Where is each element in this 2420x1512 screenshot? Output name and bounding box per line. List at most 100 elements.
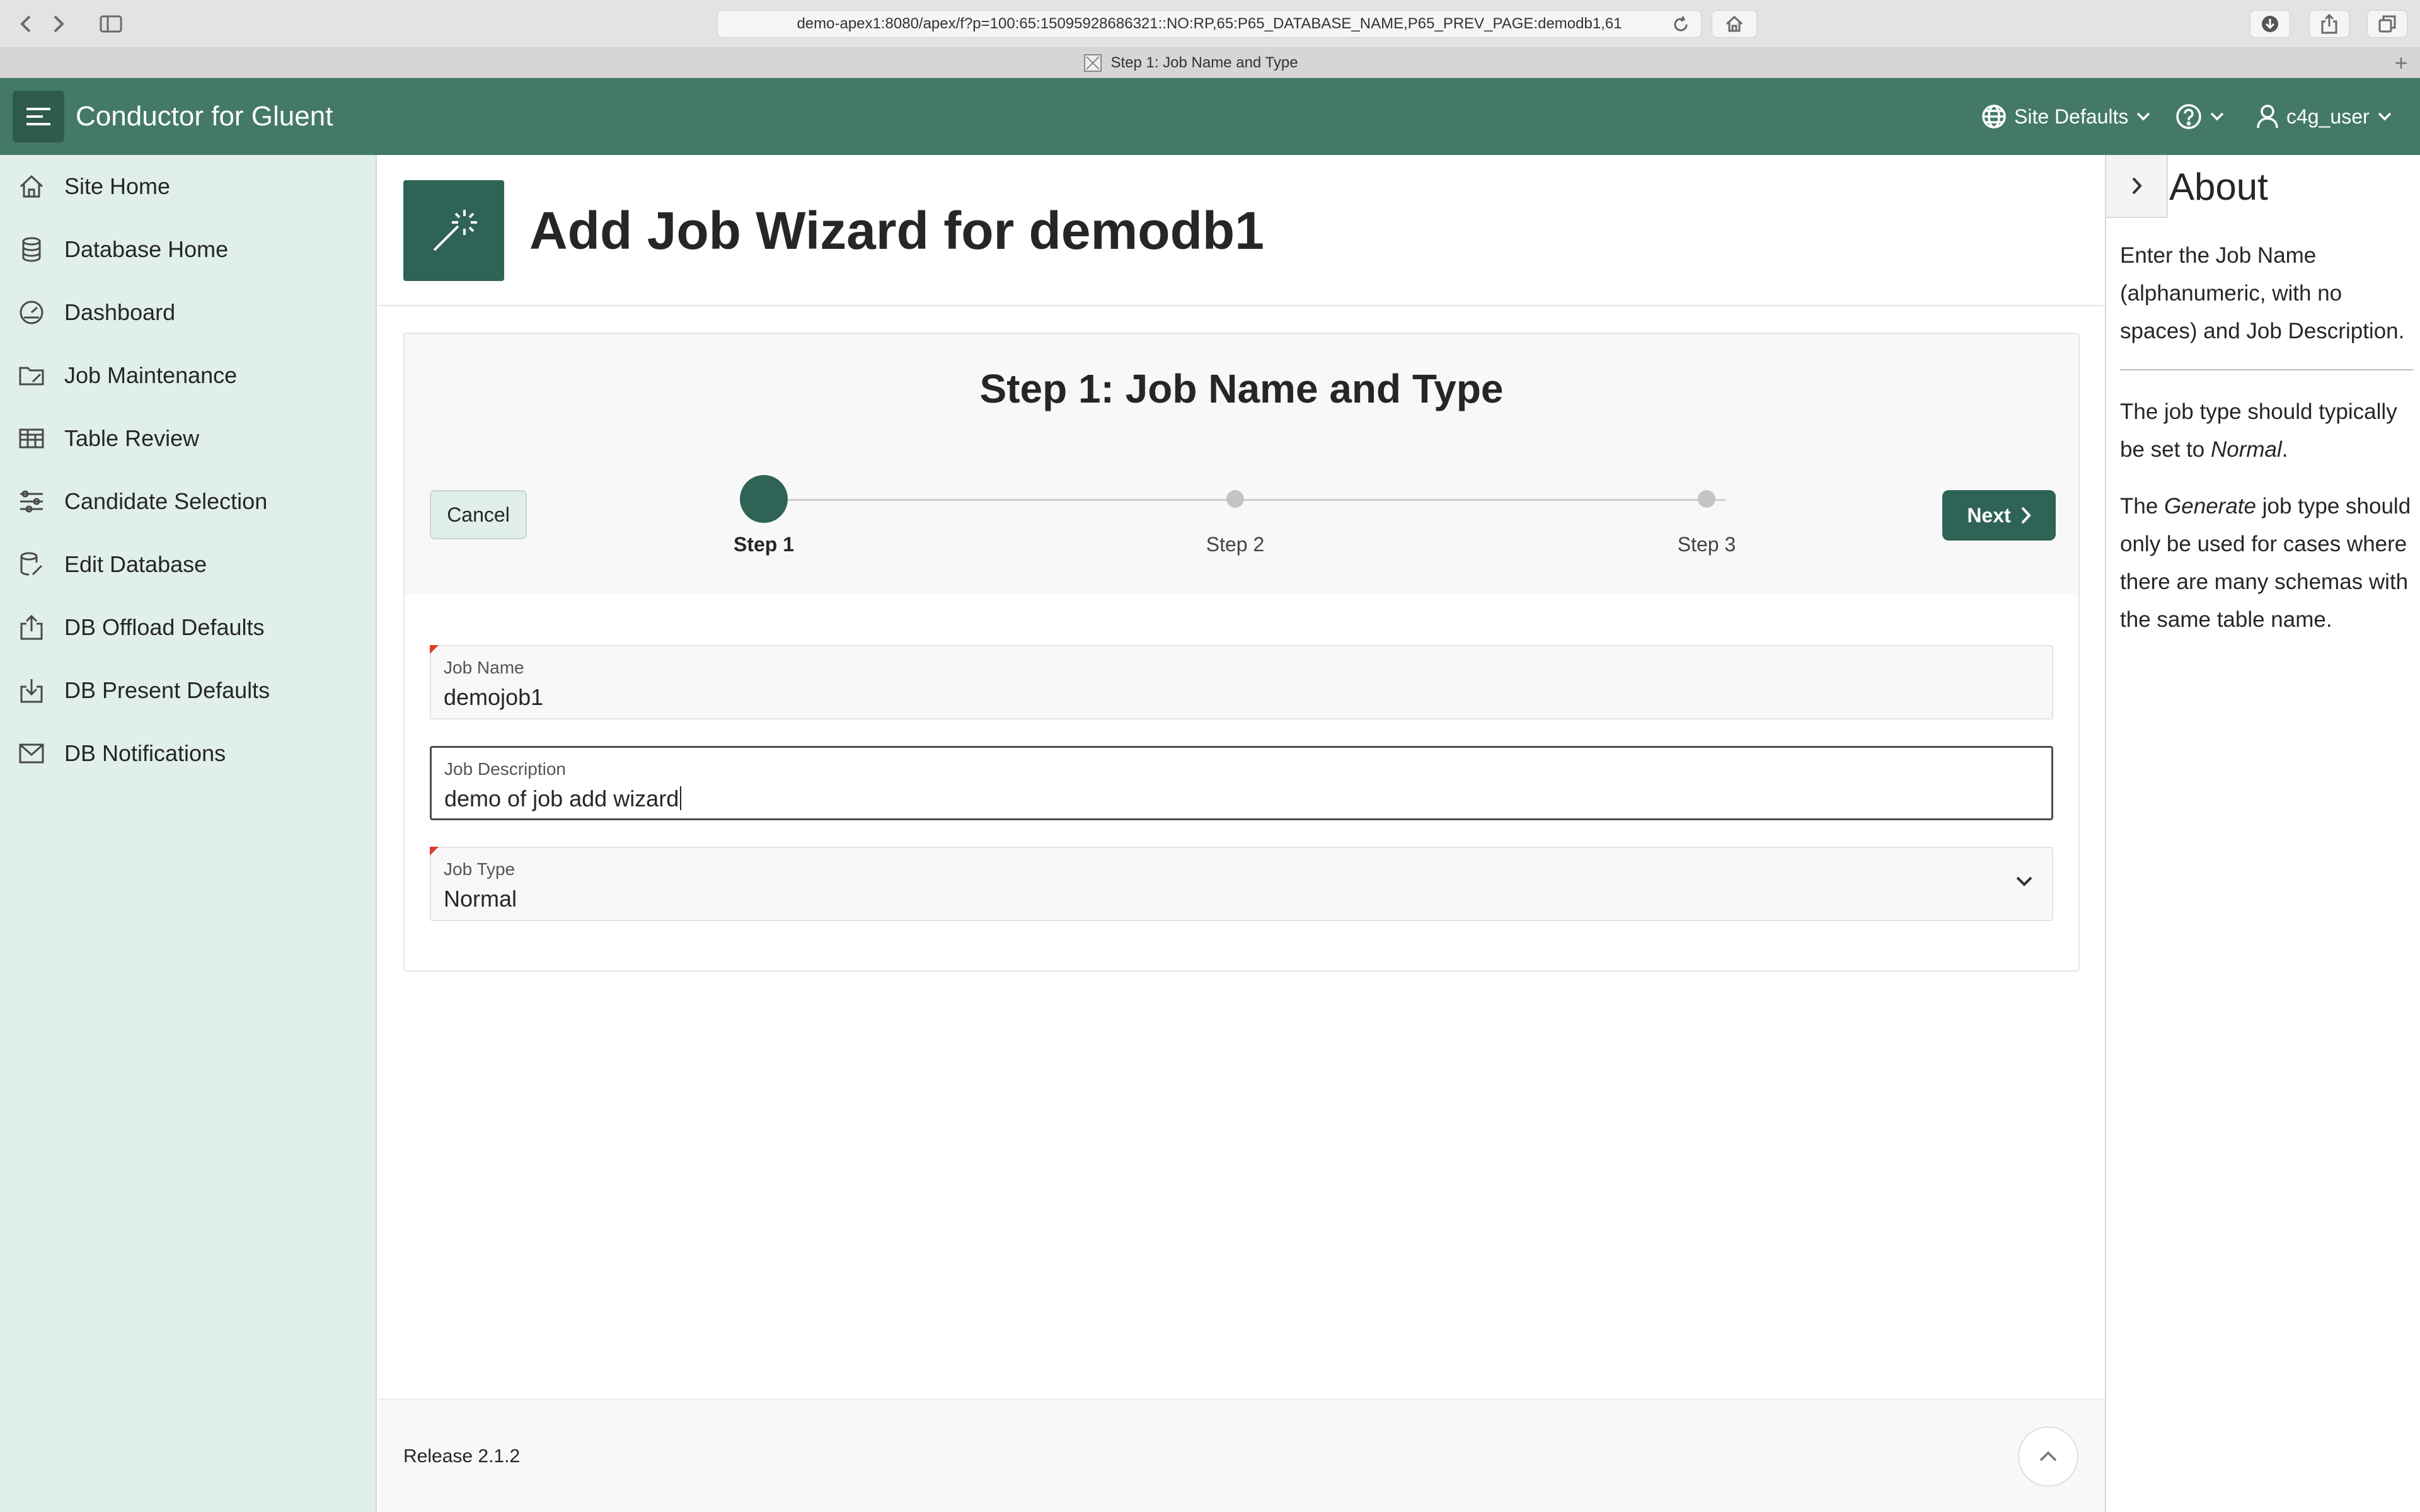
nav-item-db-notifications[interactable]: DB Notifications bbox=[0, 722, 376, 785]
help-menu[interactable] bbox=[2175, 78, 2225, 155]
next-button[interactable]: Next bbox=[1942, 490, 2056, 541]
nav-label: Candidate Selection bbox=[64, 488, 268, 514]
chevron-right-icon bbox=[2132, 177, 2142, 195]
job-type-label: Job Type bbox=[444, 859, 516, 879]
globe-icon bbox=[1982, 105, 2006, 129]
tab-title-text: Step 1: Job Name and Type bbox=[1110, 54, 1298, 71]
app-title[interactable]: Conductor for Gluent bbox=[76, 78, 333, 155]
tabs-icon[interactable] bbox=[2367, 10, 2407, 38]
nav-item-candidate-selection[interactable]: Candidate Selection bbox=[0, 470, 376, 533]
about-paragraph-3: The Generate job type should only be use… bbox=[2120, 488, 2414, 639]
plus-icon[interactable]: + bbox=[2388, 50, 2414, 76]
nav-label: Dashboard bbox=[64, 299, 176, 325]
app-header: Conductor for Gluent Site Defaults c4g_u… bbox=[0, 78, 2420, 155]
wizard-step-2-marker bbox=[1226, 490, 1244, 508]
nav-label: Site Home bbox=[64, 173, 171, 199]
job-type-select[interactable]: Job Type Normal bbox=[430, 847, 2053, 921]
about-paragraph-2: The job type should typically be set to … bbox=[2120, 393, 2414, 469]
active-tab[interactable]: Step 1: Job Name and Type bbox=[0, 48, 2382, 78]
required-indicator bbox=[430, 847, 439, 856]
wizard-step-1-marker bbox=[740, 475, 788, 523]
share-icon[interactable] bbox=[2309, 10, 2349, 38]
help-icon bbox=[2176, 104, 2201, 129]
database-edit-icon bbox=[20, 552, 43, 576]
nav-item-job-maintenance[interactable]: Job Maintenance bbox=[0, 344, 376, 407]
nav-item-edit-database[interactable]: Edit Database bbox=[0, 533, 376, 596]
nav-label: DB Offload Defaults bbox=[64, 614, 265, 640]
nav-item-db-offload-defaults[interactable]: DB Offload Defaults bbox=[0, 596, 376, 659]
user-menu[interactable]: c4g_user bbox=[2256, 78, 2392, 155]
page-footer: Release 2.1.2 bbox=[378, 1399, 2105, 1512]
chevron-right-icon bbox=[2021, 507, 2031, 524]
text-cursor bbox=[680, 786, 682, 810]
wizard-progress-line bbox=[764, 499, 1726, 501]
about-emphasis: Normal bbox=[2210, 437, 2282, 462]
job-type-value[interactable]: Normal bbox=[444, 886, 517, 912]
page-hero: Add Job Wizard for demodb1 bbox=[378, 155, 2105, 306]
sidebar-icon[interactable] bbox=[92, 10, 130, 38]
download-icon bbox=[20, 679, 43, 703]
chevron-down-icon[interactable] bbox=[2015, 876, 2033, 890]
required-indicator bbox=[430, 645, 439, 654]
wizard-step-1-label: Step 1 bbox=[733, 533, 795, 556]
about-text: Enter the Job Name (alphanumeric, with n… bbox=[2120, 237, 2414, 658]
reload-icon[interactable] bbox=[1672, 16, 1690, 33]
dashboard-icon bbox=[20, 301, 43, 324]
about-emphasis: Generate bbox=[2164, 494, 2256, 518]
job-description-input-wrap[interactable]: demo of job add wizard bbox=[444, 786, 682, 812]
home-icon[interactable] bbox=[1712, 10, 1757, 38]
nav-item-database-home[interactable]: Database Home bbox=[0, 218, 376, 281]
nav-item-site-home[interactable]: Site Home bbox=[0, 155, 376, 218]
upload-icon bbox=[20, 614, 43, 640]
release-version: Release 2.1.2 bbox=[403, 1446, 521, 1467]
side-navigation: Site Home Database Home Dashboard Job Ma… bbox=[0, 155, 377, 1512]
wizard-title: Step 1: Job Name and Type bbox=[979, 366, 1504, 411]
wizard-step-2-label: Step 2 bbox=[1206, 533, 1265, 556]
magic-wand-icon bbox=[403, 180, 504, 281]
home-icon bbox=[20, 175, 43, 198]
wizard-step-3-label: Step 3 bbox=[1677, 533, 1736, 556]
sliders-icon bbox=[20, 490, 43, 513]
job-name-label: Job Name bbox=[444, 658, 524, 677]
forward-icon[interactable] bbox=[44, 10, 72, 38]
cancel-button[interactable]: Cancel bbox=[430, 490, 527, 539]
about-text-part: The bbox=[2120, 494, 2165, 518]
nav-item-db-present-defaults[interactable]: DB Present Defaults bbox=[0, 659, 376, 722]
database-icon bbox=[22, 237, 41, 262]
nav-item-table-review[interactable]: Table Review bbox=[0, 407, 376, 470]
hamburger-menu-button[interactable] bbox=[13, 91, 64, 142]
page-title: Add Job Wizard for demodb1 bbox=[529, 200, 1264, 260]
job-name-field[interactable]: Job Name demojob1 bbox=[430, 645, 2053, 719]
nav-label: DB Notifications bbox=[64, 740, 226, 766]
collapse-panel-button[interactable] bbox=[2105, 155, 2168, 218]
about-title: About bbox=[2169, 165, 2268, 208]
about-text-part: . bbox=[2281, 437, 2288, 462]
chevron-down-icon bbox=[2210, 112, 2224, 121]
back-icon[interactable] bbox=[13, 10, 40, 38]
job-description-input[interactable]: demo of job add wizard bbox=[444, 786, 679, 811]
download-icon[interactable] bbox=[2250, 10, 2290, 38]
page-favicon-icon bbox=[1084, 54, 1102, 72]
nav-label: Job Maintenance bbox=[64, 362, 238, 388]
folder-edit-icon bbox=[19, 367, 44, 386]
job-description-field[interactable]: Job Description demo of job add wizard bbox=[430, 746, 2053, 820]
main-content: Add Job Wizard for demodb1 Step 1: Job N… bbox=[378, 155, 2105, 1512]
job-description-label: Job Description bbox=[444, 759, 566, 779]
site-defaults-label: Site Defaults bbox=[2014, 105, 2129, 128]
address-bar[interactable]: demo-apex1:8080/apex/f?p=100:65:15095928… bbox=[717, 10, 1702, 38]
scroll-to-top-button[interactable] bbox=[2018, 1426, 2078, 1487]
about-paragraph-1: Enter the Job Name (alphanumeric, with n… bbox=[2120, 243, 2405, 343]
nav-item-dashboard[interactable]: Dashboard bbox=[0, 281, 376, 344]
nav-label: Edit Database bbox=[64, 551, 207, 577]
mail-icon bbox=[19, 743, 44, 764]
user-name: c4g_user bbox=[2286, 105, 2370, 128]
nav-label: Database Home bbox=[64, 236, 229, 262]
tab-strip: Step 1: Job Name and Type + bbox=[0, 48, 2420, 78]
job-name-input[interactable]: demojob1 bbox=[444, 684, 543, 711]
menu-icon bbox=[26, 108, 50, 125]
chevron-up-icon bbox=[2039, 1451, 2057, 1462]
site-defaults-menu[interactable]: Site Defaults bbox=[1981, 78, 2151, 155]
url-text: demo-apex1:8080/apex/f?p=100:65:15095928… bbox=[797, 15, 1622, 32]
wizard-header: Step 1: Job Name and Type Cancel Step 1 … bbox=[405, 334, 2078, 595]
about-panel: About Enter the Job Name (alphanumeric, … bbox=[2105, 155, 2420, 1512]
